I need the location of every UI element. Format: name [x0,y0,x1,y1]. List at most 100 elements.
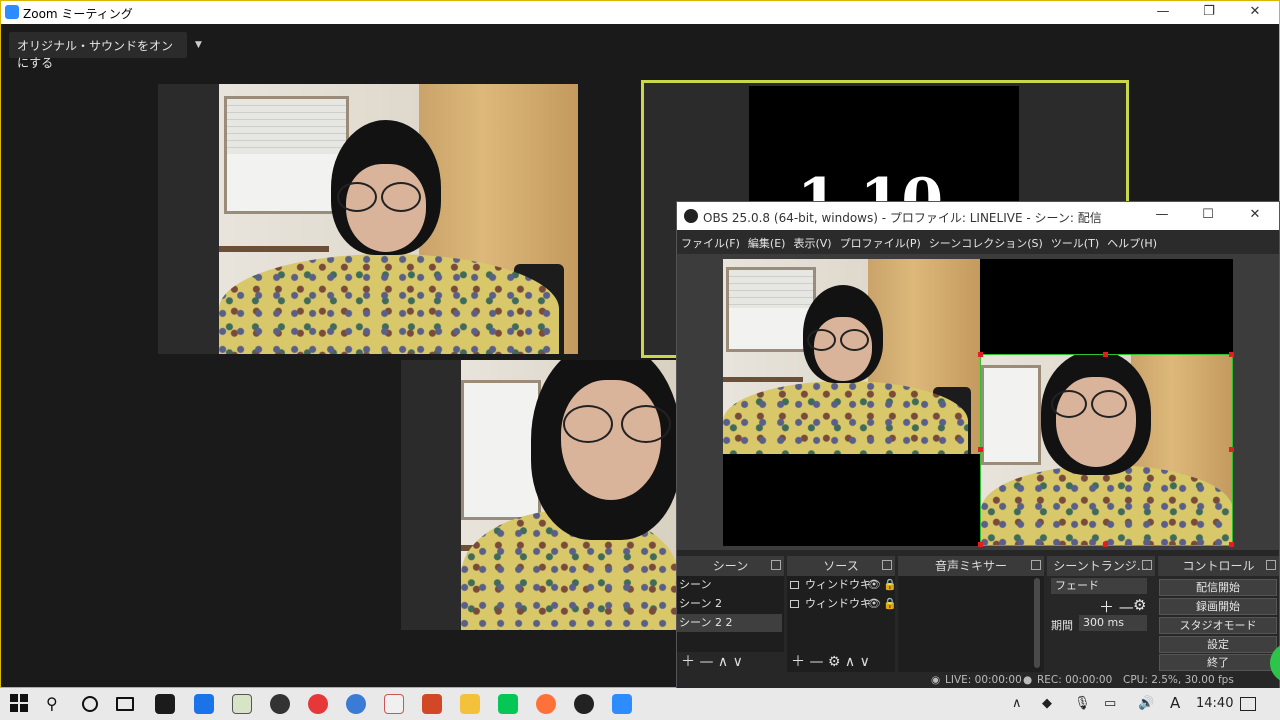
source-item[interactable]: ウィンドウキ 👁 🔒 [787,595,897,613]
close-button[interactable]: ✕ [1232,1,1278,24]
photos-icon[interactable] [232,694,252,714]
menu-scene-collection[interactable]: シーンコレクション(S) [925,230,1047,251]
source-item-label: ウィンドウキ [805,597,871,610]
maximize-button[interactable]: ☐ [1185,204,1231,227]
duration-input[interactable]: 300 ms [1079,615,1147,631]
resize-handle[interactable] [978,542,983,547]
scenes-dock-label: シーン [712,559,749,573]
participant-video-tile[interactable] [158,84,578,354]
chevron-down-icon[interactable]: ▼ [189,32,207,58]
file-explorer-icon[interactable] [460,694,480,714]
mixer-dock-title: 音声ミキサー [898,556,1044,576]
rec-indicator-icon: ● [1023,674,1033,686]
cortana-icon[interactable] [82,696,98,712]
undock-icon[interactable] [1031,560,1041,570]
scene-item[interactable]: シーン [677,576,782,594]
minimize-button[interactable]: — [1139,204,1185,227]
undock-icon[interactable] [882,560,892,570]
menu-edit[interactable]: 編集(E) [744,230,790,251]
scene-item-selected[interactable]: シーン 2 2 [677,614,782,632]
minimize-button[interactable]: — [1140,1,1186,24]
participant-video [219,84,578,354]
headphones-icon[interactable] [308,694,328,714]
window-capture-icon [790,581,799,589]
line-icon[interactable] [498,694,518,714]
battery-icon[interactable]: ▭ [1104,696,1116,711]
sources-toolbar[interactable]: ＋ — ⚙ ∧ ∨ [791,652,895,672]
controls-dock-label: コントロール [1182,559,1255,573]
exit-button[interactable]: 終了 [1159,654,1277,671]
lock-icon[interactable]: 🔒 [883,576,897,594]
search-icon[interactable]: ⚲ [46,694,66,714]
scrollbar[interactable] [1034,578,1040,668]
preview-source-video[interactable] [723,259,980,454]
undock-icon[interactable] [771,560,781,570]
resize-handle[interactable] [1103,352,1108,357]
original-sound-button[interactable]: オリジナル・サウンドをオンにする [9,32,187,70]
firefox-icon[interactable] [536,694,556,714]
menu-view[interactable]: 表示(V) [789,230,835,251]
obs-titlebar: OBS 25.0.8 (64-bit, windows) - プロファイル: L… [677,202,1279,230]
menu-tools[interactable]: ツール(T) [1047,230,1103,251]
eye-icon[interactable]: 👁 [867,595,881,613]
resize-handle[interactable] [978,447,983,452]
close-button[interactable]: ✕ [1232,204,1278,227]
obs-status-bar: ◉ LIVE: 00:00:00 ● REC: 00:00:00 CPU: 2.… [677,674,1279,688]
obs-taskbar-icon[interactable] [574,694,594,714]
scene-item[interactable]: シーン 2 [677,595,782,613]
lock-icon[interactable]: 🔒 [883,595,897,613]
resize-handle[interactable] [1229,447,1234,452]
transitions-dock-title: シーントランジ… [1047,556,1155,576]
start-recording-button[interactable]: 録画開始 [1159,598,1277,615]
windows-start-icon[interactable] [10,694,30,714]
rec-time: REC: 00:00:00 [1037,674,1113,686]
start-streaming-button[interactable]: 配信開始 [1159,579,1277,596]
live-indicator-icon: ◉ [931,674,941,686]
undock-icon[interactable] [1266,560,1276,570]
sources-dock-label: ソース [823,559,859,573]
duration-label: 期間 [1051,619,1073,632]
clock[interactable]: 14:40 [1196,696,1233,711]
ime-indicator[interactable]: A [1170,694,1180,712]
undock-icon[interactable] [1142,560,1152,570]
resize-handle[interactable] [1229,542,1234,547]
selection-box[interactable] [980,354,1233,546]
task-view-icon[interactable] [116,697,134,711]
restore-button[interactable]: ❐ [1186,1,1232,24]
resize-handle[interactable] [978,352,983,357]
resize-handle[interactable] [1103,542,1108,547]
menu-help[interactable]: ヘルプ(H) [1103,230,1161,251]
tray-overflow-icon[interactable]: ∧ [1012,696,1022,711]
volume-icon[interactable]: 🔊 [1138,696,1154,711]
davinci-icon[interactable] [270,694,290,714]
scenes-dock-title: シーン [677,556,784,576]
add-remove-transition[interactable]: ＋ — [1099,596,1134,617]
studio-mode-button[interactable]: スタジオモード [1159,617,1277,634]
zoom-window-title: Zoom ミーティング [23,7,133,21]
obs-window: OBS 25.0.8 (64-bit, windows) - プロファイル: L… [676,201,1280,688]
globe-icon[interactable] [346,694,366,714]
mail-icon[interactable] [194,694,214,714]
gear-icon[interactable]: ⚙ [1133,596,1146,614]
settings-button[interactable]: 設定 [1159,636,1277,653]
zoom-titlebar: Zoom ミーティング — ❐ ✕ [1,1,1279,24]
scenes-toolbar[interactable]: ＋ — ∧ ∨ [681,652,781,672]
resize-handle[interactable] [1229,352,1234,357]
obs-window-title: OBS 25.0.8 (64-bit, windows) - プロファイル: L… [703,211,1102,225]
paint-icon[interactable] [384,694,404,714]
menu-profile[interactable]: プロファイル(P) [836,230,925,251]
store-icon[interactable] [155,694,175,714]
source-item[interactable]: ウィンドウキ 👁 🔒 [787,576,897,594]
live-time: LIVE: 00:00:00 [945,674,1022,686]
menu-file[interactable]: ファイル(F) [677,230,744,251]
powerpoint-icon[interactable] [422,694,442,714]
participant-video-tile[interactable] [401,360,678,630]
dropbox-icon[interactable]: ◆ [1042,696,1052,711]
obs-preview-canvas[interactable] [723,259,1234,547]
transition-select[interactable]: フェード [1051,578,1147,594]
notification-icon[interactable] [1240,697,1256,711]
participant-video [461,360,678,630]
zoom-taskbar-icon[interactable] [612,694,632,714]
eye-icon[interactable]: 👁 [867,576,881,594]
microphone-icon[interactable]: 🎙 [1074,696,1091,711]
